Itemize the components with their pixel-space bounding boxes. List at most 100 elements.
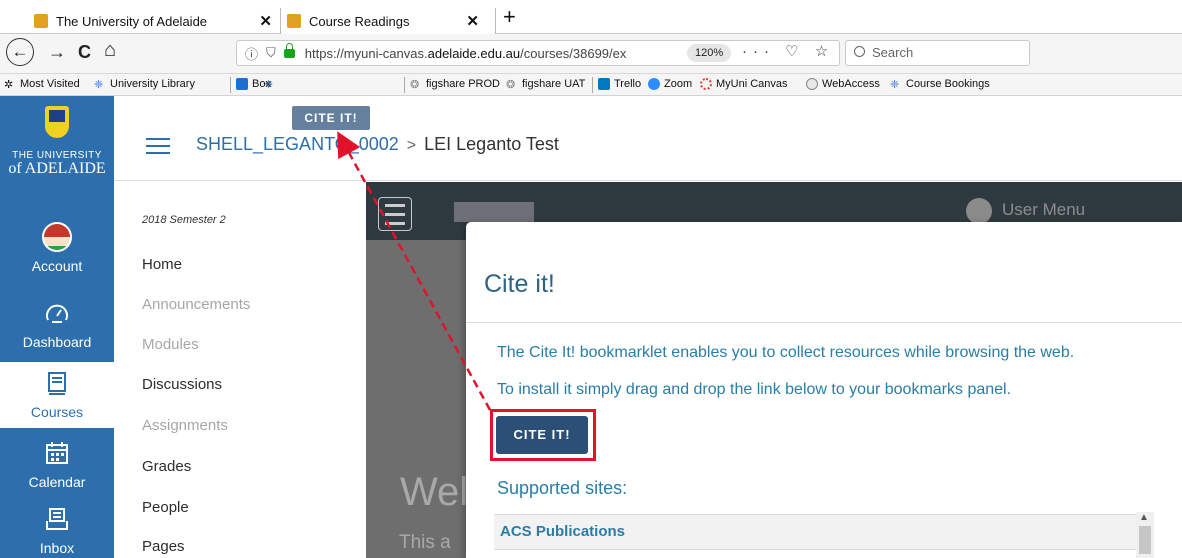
avatar	[42, 222, 72, 252]
lock-icon[interactable]	[283, 42, 295, 58]
zoom-icon	[648, 78, 660, 90]
user-menu[interactable]: User Menu	[1002, 200, 1085, 220]
hamburger-line	[146, 152, 170, 154]
url-path: /courses/38699/ex	[520, 45, 627, 61]
breadcrumb: SHELL_LEGANTO_0002 > LEI Leganto Test	[196, 134, 559, 155]
hamburger-line	[385, 222, 405, 225]
bookmark-most-visited[interactable]: ✲ Most Visited	[4, 78, 80, 91]
inbox-icon	[46, 508, 68, 530]
course-menu-toggle[interactable]	[146, 138, 170, 154]
bookmark-figshare-prod[interactable]: ❂ figshare PROD	[410, 78, 500, 91]
bookmark-label: Trello	[614, 78, 642, 90]
tab-university-of-adelaide[interactable]: The University of Adelaide ✕	[34, 8, 272, 34]
forward-button[interactable]: →	[48, 42, 66, 63]
bookmark-label: Most Visited	[20, 78, 80, 90]
global-nav-inbox[interactable]: Inbox	[0, 498, 114, 558]
tracking-shield-icon[interactable]: ⛉	[266, 45, 276, 61]
sparkle-icon: ❈	[94, 79, 104, 91]
tab-label: The University of Adelaide	[56, 13, 208, 29]
home-button[interactable]: ⌂	[104, 39, 116, 62]
scroll-up-icon[interactable]: ▲	[1139, 512, 1149, 523]
hamburger-line	[146, 138, 170, 140]
global-nav-dashboard[interactable]: Dashboard	[0, 292, 114, 358]
breadcrumb-separator: >	[406, 137, 417, 154]
close-tab-icon[interactable]: ✕	[259, 12, 272, 30]
modal-title: Cite it!	[484, 270, 555, 298]
user-icon[interactable]	[966, 198, 992, 224]
welcome-subtext: This a	[399, 532, 451, 553]
course-nav-people[interactable]: People	[142, 499, 189, 516]
hamburger-line	[146, 145, 170, 147]
page-actions-icons[interactable]: ··· ♡ ☆	[742, 42, 834, 60]
search-placeholder: Search	[872, 45, 914, 60]
drop-target-icon: ✵	[264, 79, 274, 91]
nav-label: Account	[31, 258, 83, 274]
global-nav-account[interactable]: Account	[0, 216, 114, 282]
global-nav-courses[interactable]: Courses	[0, 362, 114, 428]
scrollbar[interactable]: ▲	[1136, 512, 1154, 558]
bookmark-label: figshare PROD	[426, 78, 500, 90]
course-nav-assignments[interactable]: Assignments	[142, 417, 228, 434]
tab-course-readings[interactable]: Course Readings ✕	[280, 8, 496, 34]
url-prefix: https://myuni-canvas.	[304, 45, 428, 61]
new-tab-button[interactable]: +	[503, 4, 516, 30]
course-nav-modules[interactable]: Modules	[142, 336, 199, 353]
bookmark-webaccess[interactable]: WebAccess	[806, 78, 880, 90]
box-icon	[236, 78, 248, 90]
course-nav-discussions[interactable]: Discussions	[142, 376, 222, 393]
adelaide-crest-icon	[34, 14, 48, 28]
bookmark-label: figshare UAT	[522, 78, 586, 90]
bookmark-placeholder-icon[interactable]: ✵	[264, 78, 280, 91]
course-nav-pages[interactable]: Pages	[142, 538, 185, 555]
url-domain: adelaide.edu.au	[427, 45, 521, 61]
info-icon[interactable]: ⓘ	[245, 44, 258, 63]
supported-sites-heading: Supported sites:	[497, 478, 628, 498]
scroll-thumb[interactable]	[1139, 526, 1151, 554]
address-bar[interactable]: ⓘ ⛉ https://myuni-canvas.adelaide.edu.au…	[236, 40, 840, 66]
browser-nav-bar: ← → C ⌂ ⓘ ⛉ https://myuni-canvas.adelaid…	[0, 34, 1182, 74]
separator	[230, 77, 231, 93]
zoom-level[interactable]: 120%	[687, 44, 732, 62]
bookmark-course-bookings[interactable]: ❈ Course Bookings	[890, 78, 990, 91]
bookmark-label: Zoom	[664, 78, 693, 90]
search-input[interactable]: Search	[845, 40, 1030, 66]
course-nav-home[interactable]: Home	[142, 256, 182, 273]
leganto-university-logo	[454, 202, 534, 222]
figshare-icon: ❂	[506, 79, 516, 91]
supported-site-row[interactable]: ACS Publications	[494, 514, 1138, 550]
leganto-menu-button[interactable]	[378, 197, 412, 231]
bookmark-myuni-canvas[interactable]: MyUni Canvas	[700, 78, 788, 90]
bookmark-figshare-uat[interactable]: ❂ figshare UAT	[506, 78, 586, 91]
breadcrumb-course-link[interactable]: SHELL_LEGANTO_0002	[196, 134, 399, 154]
university-logo[interactable]: THE UNIVERSITY of ADELAIDE	[0, 96, 114, 198]
webaccess-icon	[806, 78, 818, 90]
tab-label: Course Readings	[309, 13, 410, 29]
separator	[592, 77, 593, 93]
cite-it-bookmarklet-button[interactable]: CITE IT!	[496, 416, 588, 454]
adelaide-crest-icon	[287, 14, 301, 28]
welcome-heading: Wel	[400, 470, 469, 514]
back-button[interactable]: ←	[6, 38, 34, 66]
canvas-icon	[700, 78, 712, 90]
canvas-global-nav: THE UNIVERSITY of ADELAIDE Account Dashb…	[0, 96, 114, 558]
close-tab-icon[interactable]: ✕	[466, 12, 479, 30]
star-icon: ✲	[4, 79, 14, 91]
search-icon	[854, 46, 865, 57]
bookmark-zoom[interactable]: Zoom	[648, 78, 692, 90]
dashboard-gauge-icon	[46, 304, 68, 323]
course-nav-grades[interactable]: Grades	[142, 458, 191, 475]
figshare-icon: ❂	[410, 79, 420, 91]
bookmark-university-library[interactable]: ❈ University Library	[94, 78, 195, 91]
dragged-cite-it-button[interactable]: CITE IT!	[292, 106, 370, 130]
reload-button[interactable]: C	[78, 42, 91, 63]
sparkle-icon: ❈	[890, 79, 900, 91]
course-nav-announcements[interactable]: Announcements	[142, 296, 250, 313]
modal-instructions: To install it simply drag and drop the l…	[497, 381, 1012, 398]
url-text[interactable]: https://myuni-canvas.adelaide.edu.au/cou…	[305, 46, 705, 61]
breadcrumb-current: LEI Leganto Test	[424, 134, 559, 154]
adelaide-crest-icon	[45, 106, 69, 138]
global-nav-calendar[interactable]: Calendar	[0, 432, 114, 498]
courses-book-icon	[48, 372, 66, 395]
bookmark-trello[interactable]: Trello	[598, 78, 641, 90]
header-divider	[114, 180, 1182, 181]
